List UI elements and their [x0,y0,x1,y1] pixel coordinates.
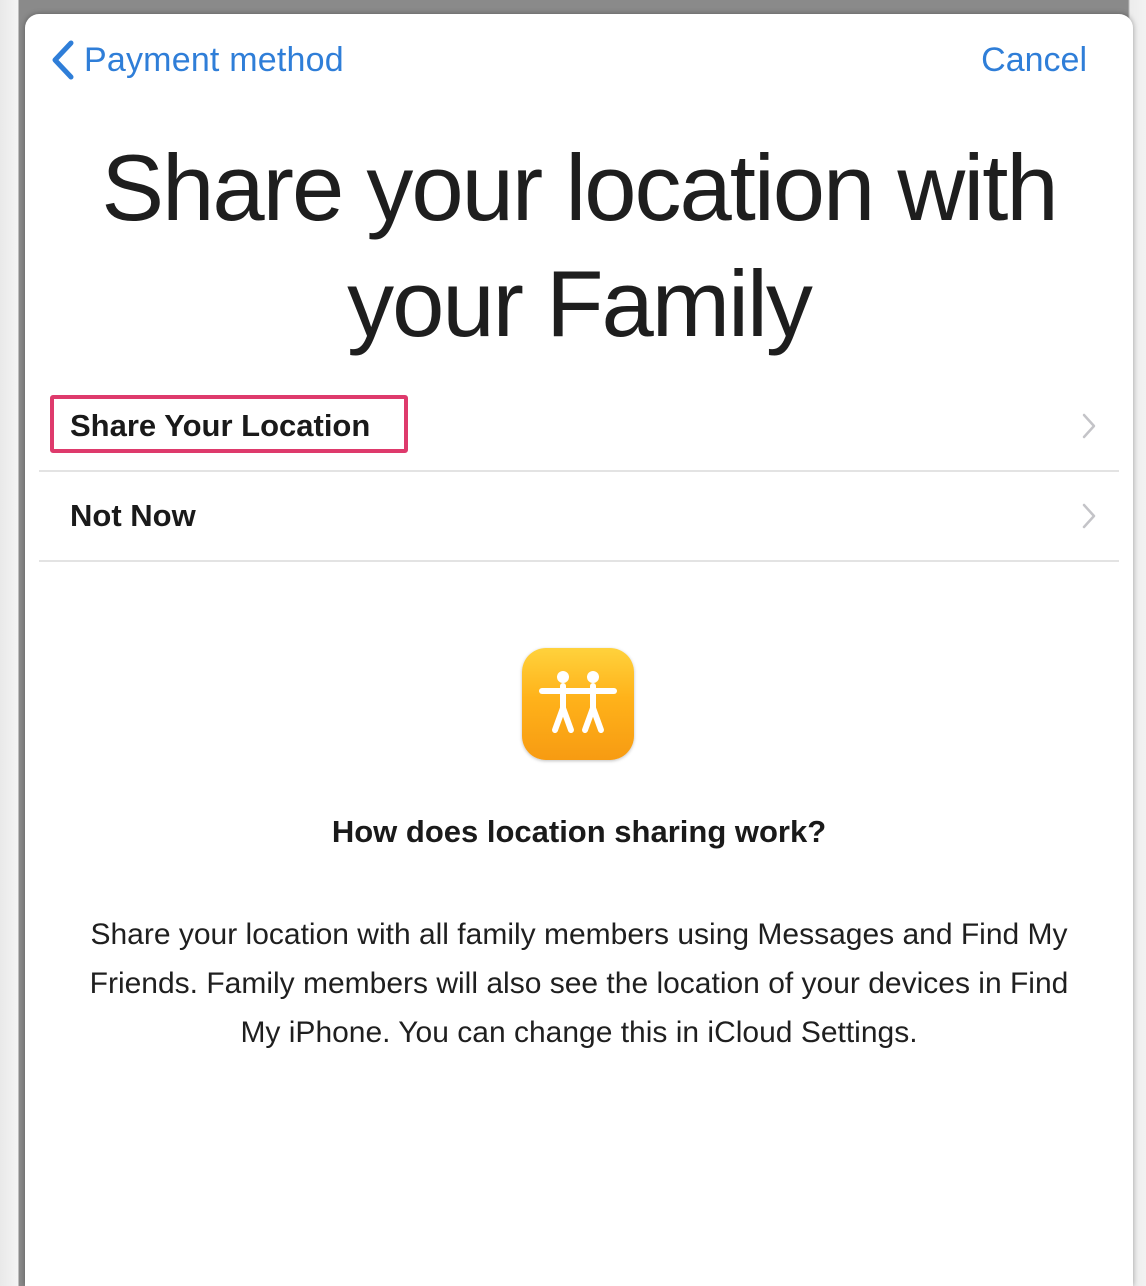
option-label: Share Your Location [70,408,371,443]
find-my-friends-icon [522,648,634,760]
share-your-location-option[interactable]: Share Your Location [39,382,1119,472]
option-label: Not Now [70,498,196,533]
info-heading: How does location sharing work? [331,814,827,849]
family-sharing-sheet: Payment method Cancel Share your locatio… [25,14,1133,1286]
chevron-right-icon [1082,503,1096,529]
chevron-left-icon [52,40,74,80]
back-button[interactable]: Payment method [51,38,344,82]
back-button-label: Payment method [84,40,344,79]
page-title: Share your location with your Family [101,135,1058,356]
info-body: Share your location with all family memb… [89,918,1069,1049]
not-now-option[interactable]: Not Now [39,472,1119,562]
chevron-right-icon [1082,413,1096,439]
cancel-button[interactable]: Cancel [981,38,1087,82]
